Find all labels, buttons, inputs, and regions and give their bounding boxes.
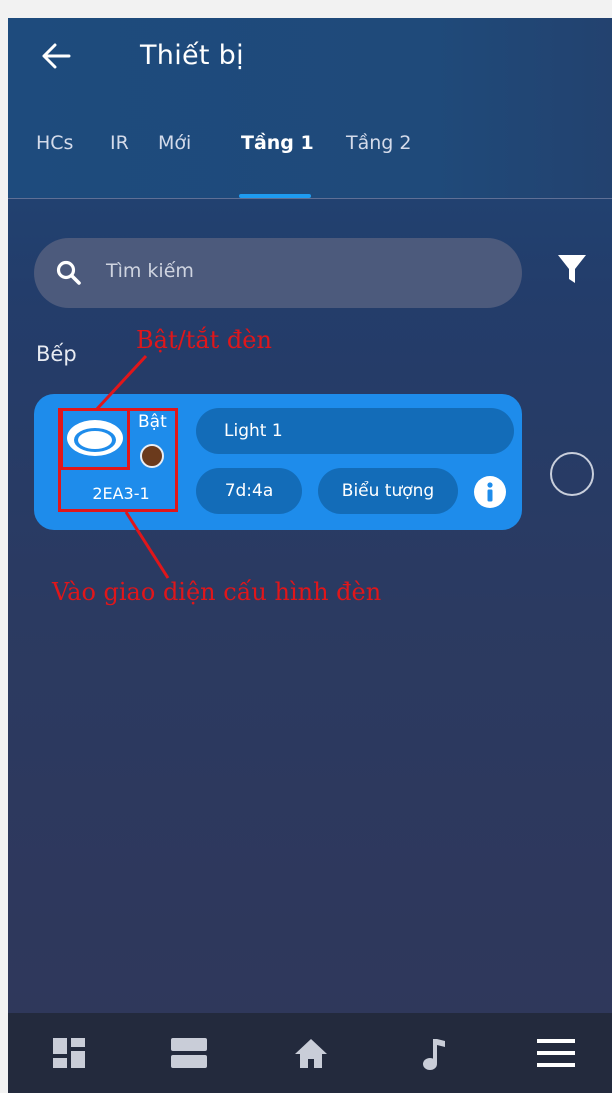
device-icon-button[interactable]: Biểu tượng bbox=[318, 468, 458, 514]
tab-ir[interactable]: IR bbox=[110, 132, 129, 154]
nav-menu-button[interactable] bbox=[536, 1037, 576, 1073]
search-icon bbox=[56, 260, 81, 285]
annotation-config-text: Vào giao diện cấu hình đèn bbox=[52, 578, 382, 606]
tab-tang-2[interactable]: Tầng 2 bbox=[346, 132, 411, 154]
nav-music-button[interactable] bbox=[422, 1037, 446, 1075]
nav-panels-button[interactable] bbox=[170, 1037, 208, 1073]
search-placeholder: Tìm kiếm bbox=[106, 260, 194, 282]
search-input[interactable]: Tìm kiếm bbox=[34, 238, 522, 308]
nav-home-button[interactable] bbox=[294, 1037, 328, 1073]
home-icon bbox=[295, 1039, 327, 1068]
device-select-radio[interactable] bbox=[550, 452, 594, 496]
tab-moi[interactable]: Mới bbox=[158, 132, 191, 154]
music-icon bbox=[423, 1039, 445, 1070]
room-label: Bếp bbox=[36, 342, 77, 366]
filter-button[interactable] bbox=[556, 252, 588, 292]
back-button[interactable] bbox=[36, 36, 76, 76]
header-divider bbox=[8, 198, 612, 199]
dashboard-icon bbox=[53, 1038, 85, 1068]
bottom-navigation bbox=[8, 1013, 612, 1093]
app-screen: Thiết bị HCs IR Mới Tầng 1 Tầng 2 Tìm ki… bbox=[8, 18, 612, 1093]
device-address-button[interactable]: 7d:4a bbox=[196, 468, 302, 514]
arrow-left-icon bbox=[42, 43, 71, 69]
annotation-box-config bbox=[58, 408, 178, 512]
device-name-field[interactable]: Light 1 bbox=[196, 408, 514, 454]
menu-icon bbox=[537, 1039, 575, 1067]
info-button[interactable] bbox=[474, 476, 506, 508]
tab-hcs[interactable]: HCs bbox=[36, 132, 73, 154]
tab-bar: HCs IR Mới Tầng 1 Tầng 2 bbox=[8, 126, 612, 198]
annotation-toggle-text: Bật/tắt đèn bbox=[136, 326, 272, 354]
info-icon bbox=[487, 482, 493, 502]
tab-tang-1[interactable]: Tầng 1 bbox=[241, 132, 314, 154]
panels-icon bbox=[171, 1038, 207, 1068]
filter-icon bbox=[558, 255, 586, 283]
nav-dashboard-button[interactable] bbox=[52, 1037, 86, 1073]
page-title: Thiết bị bbox=[140, 40, 244, 71]
